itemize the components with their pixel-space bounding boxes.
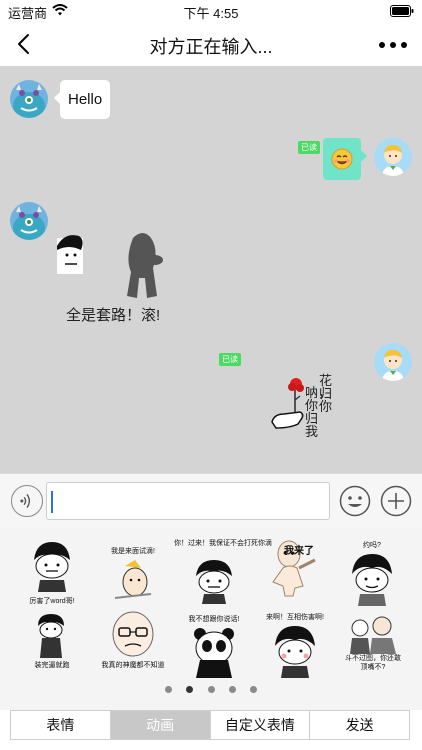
sticker-image xyxy=(114,560,152,599)
sticker-image xyxy=(352,554,392,606)
contact-avatar[interactable] xyxy=(10,80,48,118)
sticker-item[interactable]: 我是来面试滴! xyxy=(93,536,173,608)
sticker-label: 我不想跟你说话! xyxy=(188,616,240,623)
sticker-label: 我来了 xyxy=(284,546,314,557)
text-caret xyxy=(51,491,53,513)
send-button[interactable]: 发送 xyxy=(310,711,409,739)
chat-title: 对方正在输入... xyxy=(149,37,273,57)
sticker-image xyxy=(196,560,232,604)
sticker-label: 我真的神魔都不知道 xyxy=(101,662,165,669)
message-bubble-outgoing[interactable] xyxy=(323,138,367,180)
page-dot[interactable] xyxy=(250,686,258,693)
tab-emoji[interactable]: 表情 xyxy=(11,711,111,739)
read-status-badge: 已读 xyxy=(298,141,320,154)
sticker-caption: 全是套路！滚! xyxy=(66,307,161,324)
clock: 下午 4:55 xyxy=(183,6,239,21)
message-input-bar xyxy=(0,473,422,528)
back-icon[interactable] xyxy=(14,32,34,56)
sticker-label: 斗不过图，你还敢顶嘴不? xyxy=(345,655,401,671)
tab-custom-emoji[interactable]: 自定义表情 xyxy=(211,711,311,739)
message-bubble-incoming[interactable]: Hello xyxy=(53,80,111,119)
sticker-label: 约吗? xyxy=(363,542,381,549)
sticker-item[interactable]: 我真的神魔都不知道 xyxy=(93,608,173,680)
page-dot[interactable] xyxy=(207,686,215,693)
sticker-tab-bar: 表情 动画 自定义表情 发送 xyxy=(10,710,410,740)
sticker-label: 我是来面试滴! xyxy=(111,548,155,555)
sticker-item[interactable]: 斗不过图，你还敢顶嘴不? xyxy=(332,608,412,680)
sticker-item[interactable]: 厉害了word哥! xyxy=(12,536,92,608)
read-status-badge: 已读 xyxy=(219,353,241,366)
more-options-icon[interactable] xyxy=(378,41,408,49)
sticker-image xyxy=(194,628,234,678)
sticker-item[interactable]: 装完逼就跑 xyxy=(12,608,92,680)
sticker-label: 你！过来！我保证不会打死你滴 xyxy=(174,540,272,547)
page-dot-active[interactable] xyxy=(186,686,194,693)
sticker-item[interactable]: 你！过来！我保证不会打死你滴 xyxy=(174,536,272,608)
contact-avatar[interactable] xyxy=(10,202,48,240)
sticker-image xyxy=(112,611,154,657)
chat-message-list[interactable]: Hello 已读 全是套路！滚! 已读 花归你 呐，你归我 xyxy=(0,66,422,473)
sticker-image xyxy=(350,616,396,654)
sticker-item[interactable]: 约吗? xyxy=(332,536,412,608)
sticker-item[interactable]: 我不想跟你说话! xyxy=(174,608,254,680)
voice-input-button[interactable] xyxy=(11,485,43,517)
status-bar: 运营商 下午 4:55 xyxy=(0,0,422,22)
sticker-item[interactable]: 来啊！互相伤害啊! xyxy=(255,608,335,680)
sticker-page-indicator[interactable] xyxy=(0,680,422,693)
sticker-text-column-1: 呐，你归我 xyxy=(305,385,332,439)
sticker-label: 厉害了word哥! xyxy=(29,598,75,605)
sticker-label: 来啊！互相伤害啊! xyxy=(266,614,324,621)
sticker-label: 装完逼就跑 xyxy=(34,662,70,669)
my-avatar[interactable] xyxy=(374,138,412,176)
message-text-input[interactable] xyxy=(46,482,330,520)
navigation-bar: 对方正在输入... xyxy=(0,22,422,66)
smiley-emoji-icon xyxy=(331,148,353,170)
sticker-image xyxy=(38,614,64,658)
flower-sticker-image[interactable] xyxy=(270,376,308,432)
sticker-image xyxy=(34,542,70,592)
sticker-image xyxy=(275,626,315,678)
tab-animation[interactable]: 动画 xyxy=(110,711,211,739)
sticker-item[interactable]: 我来了 xyxy=(255,536,335,608)
sticker-image[interactable] xyxy=(55,228,175,303)
emoji-button[interactable] xyxy=(339,485,371,517)
battery-icon xyxy=(390,5,414,17)
my-avatar[interactable] xyxy=(374,343,412,381)
page-dot[interactable] xyxy=(228,686,236,693)
more-actions-button[interactable] xyxy=(380,485,412,517)
page-dot[interactable] xyxy=(164,686,172,693)
